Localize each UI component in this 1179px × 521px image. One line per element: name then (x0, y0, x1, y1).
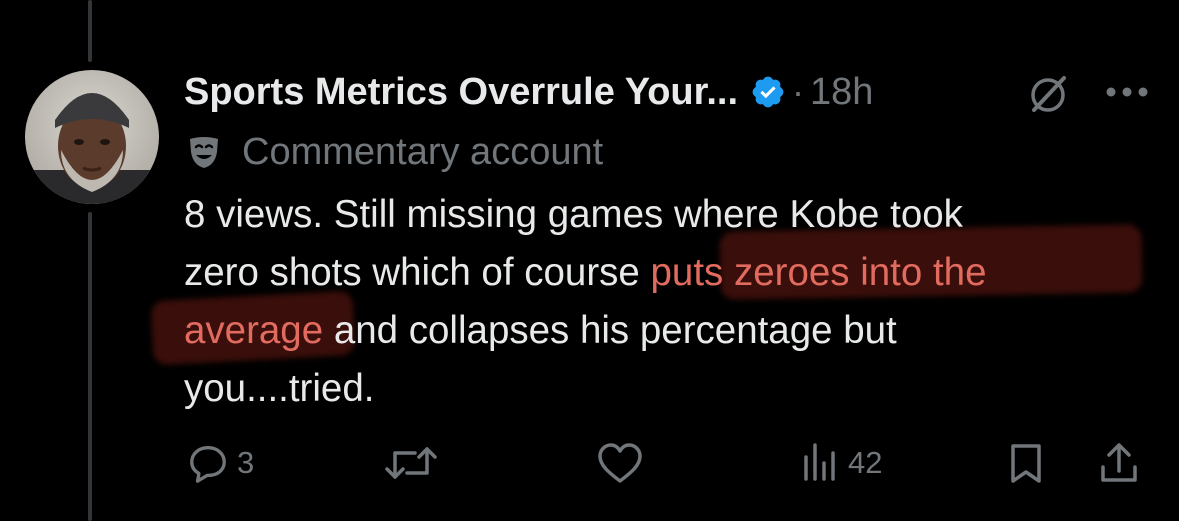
reply-count: 3 (237, 445, 255, 480)
post-header: Sports Metrics Overrule Your... · 18h (184, 66, 873, 118)
reply-icon (190, 446, 226, 483)
tweet-text-segment: 8 views. Still missing games where Kobe … (184, 193, 963, 236)
account-label-row: Commentary account (186, 128, 603, 176)
tweet-text: 8 views. Still missing games where Kobe … (184, 186, 1159, 418)
avatar-image (25, 70, 159, 204)
views-icon (804, 443, 835, 481)
share-icon (1101, 443, 1137, 482)
reply-button[interactable]: 3 (187, 438, 254, 488)
repost-button[interactable] (383, 438, 447, 488)
action-bar: 3 42 (0, 438, 1179, 488)
theater-masks-icon (186, 134, 222, 170)
grok-icon[interactable] (1024, 70, 1072, 118)
tweet-line: you....tried. (184, 360, 1159, 418)
tweet-text-segment: you....tried. (184, 367, 375, 410)
share-button[interactable] (1097, 438, 1141, 488)
more-dots-icon[interactable] (1103, 78, 1151, 106)
timestamp[interactable]: 18h (810, 71, 873, 114)
tweet-text-segment: zero shots which of course (184, 251, 651, 294)
tweet-line: average and collapses his percentage but (184, 302, 1159, 360)
avatar[interactable] (25, 70, 159, 204)
display-name[interactable]: Sports Metrics Overrule Your... (184, 71, 738, 114)
separator-dot: · (792, 71, 805, 112)
highlighted-text: puts zeroes into the (650, 251, 987, 294)
like-button[interactable] (596, 438, 652, 488)
tweet-text-segment: and collapses his percentage but (323, 309, 897, 352)
account-label[interactable]: Commentary account (242, 131, 603, 174)
views-button[interactable]: 42 (800, 438, 882, 488)
thread-line-top (88, 0, 92, 62)
heart-icon (598, 443, 642, 483)
tweet-line: zero shots which of course puts zeroes i… (184, 244, 1159, 302)
bookmark-button[interactable] (1006, 438, 1046, 488)
verified-badge-icon[interactable] (750, 74, 786, 110)
views-count: 42 (848, 445, 883, 480)
tweet-line: 8 views. Still missing games where Kobe … (184, 186, 1159, 244)
highlighted-text: average (184, 309, 324, 352)
bookmark-icon (1011, 444, 1041, 483)
repost-icon (385, 447, 437, 479)
